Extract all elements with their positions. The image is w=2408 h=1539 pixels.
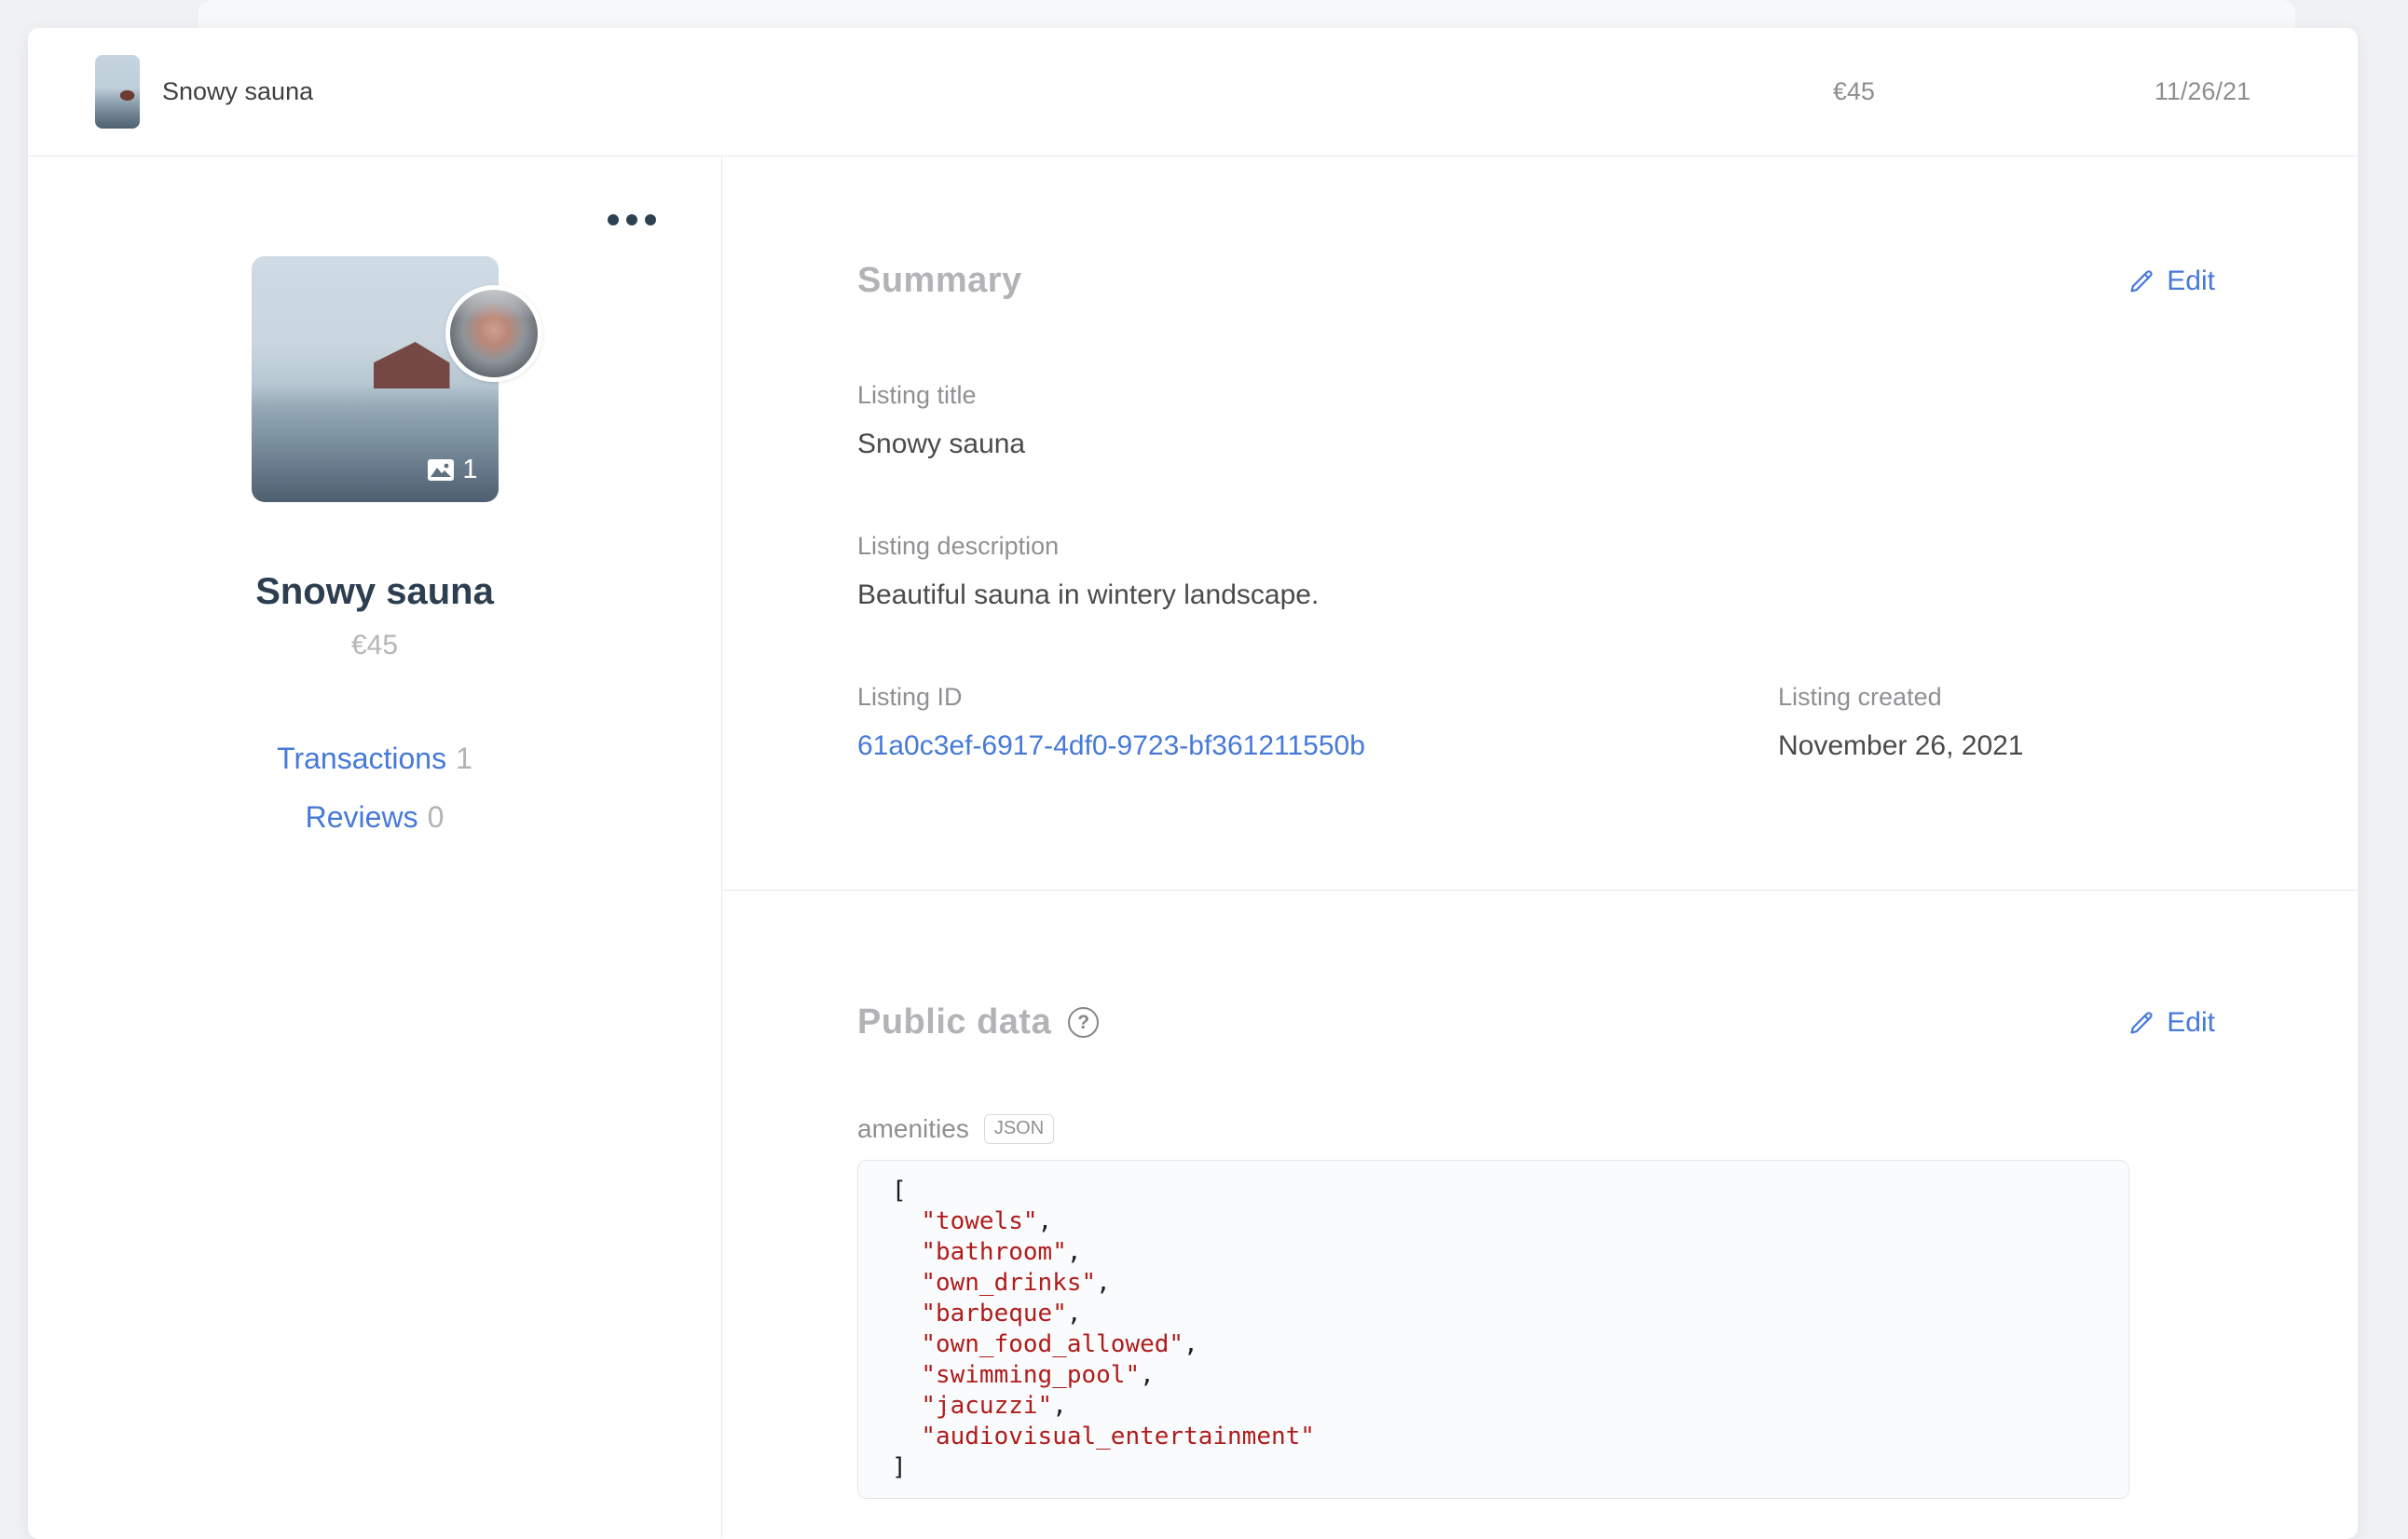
listing-id-created-row: Listing ID 61a0c3ef-6917-4df0-9723-bf361… [857, 681, 2215, 765]
listing-title-label: Listing title [857, 381, 977, 409]
listing-id-link[interactable]: 61a0c3ef-6917-4df0-9723-bf361211550b [857, 728, 1778, 765]
listing-cover-image[interactable]: 1 [251, 256, 499, 502]
amenities-label: amenities [857, 1114, 969, 1143]
listing-header-date: 11/26/21 [2154, 77, 2251, 105]
listing-header-title: Snowy sauna [162, 77, 314, 105]
listing-created-field: Listing created November 26, 2021 [1778, 681, 2215, 765]
public-data-heading: Public data [857, 1002, 1052, 1042]
more-options-button[interactable] [608, 214, 656, 225]
listing-id-field: Listing ID 61a0c3ef-6917-4df0-9723-bf361… [857, 681, 1778, 765]
pencil-icon [2130, 270, 2153, 293]
transactions-count: 1 [456, 742, 472, 775]
public-data-edit-button[interactable]: Edit [2128, 1007, 2215, 1039]
listing-description-field: Listing description Beautiful sauna in w… [857, 530, 2215, 614]
photo-icon [428, 459, 455, 481]
provider-avatar[interactable] [445, 285, 542, 382]
listing-title-field: Listing title Snowy sauna [857, 379, 2215, 463]
page: { "header": { "title": "Snowy sauna", "p… [0, 0, 2408, 1539]
listing-header-row[interactable]: Snowy sauna €45 11/26/21 [28, 28, 2358, 157]
listing-header-price: €45 [1832, 77, 1875, 105]
amenities-json-value: [ "towels", "bathroom", "own_drinks", "b… [857, 1160, 2129, 1499]
transactions-link[interactable]: Transactions 1 [28, 742, 721, 776]
transactions-link-label: Transactions [277, 742, 447, 775]
reviews-link-label: Reviews [305, 800, 418, 834]
public-data-section: Public data ? Edit amenities JSON [ "tow… [722, 891, 2358, 1499]
photo-count-badge: 1 [428, 455, 478, 485]
sidebar-links: Transactions 1 Reviews 0 [28, 742, 721, 835]
help-icon[interactable]: ? [1068, 1007, 1100, 1038]
json-type-badge: JSON [983, 1114, 1055, 1144]
listing-image-wrap: 1 [251, 256, 542, 502]
amenities-row: amenities JSON [857, 1113, 2215, 1145]
listing-title-value: Snowy sauna [857, 429, 1026, 459]
listing-description-label: Listing description [857, 532, 1060, 560]
reviews-count: 0 [427, 800, 445, 834]
listing-id-label: Listing ID [857, 683, 963, 711]
background-page-edge [198, 0, 2295, 32]
summary-edit-label: Edit [2167, 265, 2215, 296]
cabin-shape [373, 342, 450, 388]
sidebar-listing-title: Snowy sauna [255, 571, 494, 612]
summary-edit-button[interactable]: Edit [2128, 266, 2215, 297]
listing-created-label: Listing created [1778, 683, 1942, 711]
public-data-edit-label: Edit [2167, 1006, 2215, 1038]
listing-description-value: Beautiful sauna in wintery landscape. [857, 579, 1320, 610]
dot-icon [608, 214, 619, 225]
summary-section: Summary Edit Listing title Snowy sauna L… [722, 157, 2358, 891]
listing-created-value: November 26, 2021 [1778, 730, 2024, 761]
listing-thumbnail-image[interactable] [95, 55, 140, 129]
dot-icon [645, 214, 656, 225]
pencil-icon [2130, 1012, 2153, 1034]
summary-heading: Summary [857, 261, 1022, 300]
listing-sidebar: 1 Snowy sauna €45 Transactions 1 Reviews 0 [28, 157, 722, 1538]
sidebar-listing-price: €45 [350, 630, 399, 661]
reviews-link[interactable]: Reviews 0 [28, 800, 721, 835]
listing-main-content: Summary Edit Listing title Snowy sauna L… [722, 157, 2358, 1538]
listing-detail-card: Snowy sauna €45 11/26/21 1 Snowy sauna €… [28, 28, 2358, 1539]
photo-count-value: 1 [462, 455, 478, 484]
dot-icon [626, 214, 637, 225]
